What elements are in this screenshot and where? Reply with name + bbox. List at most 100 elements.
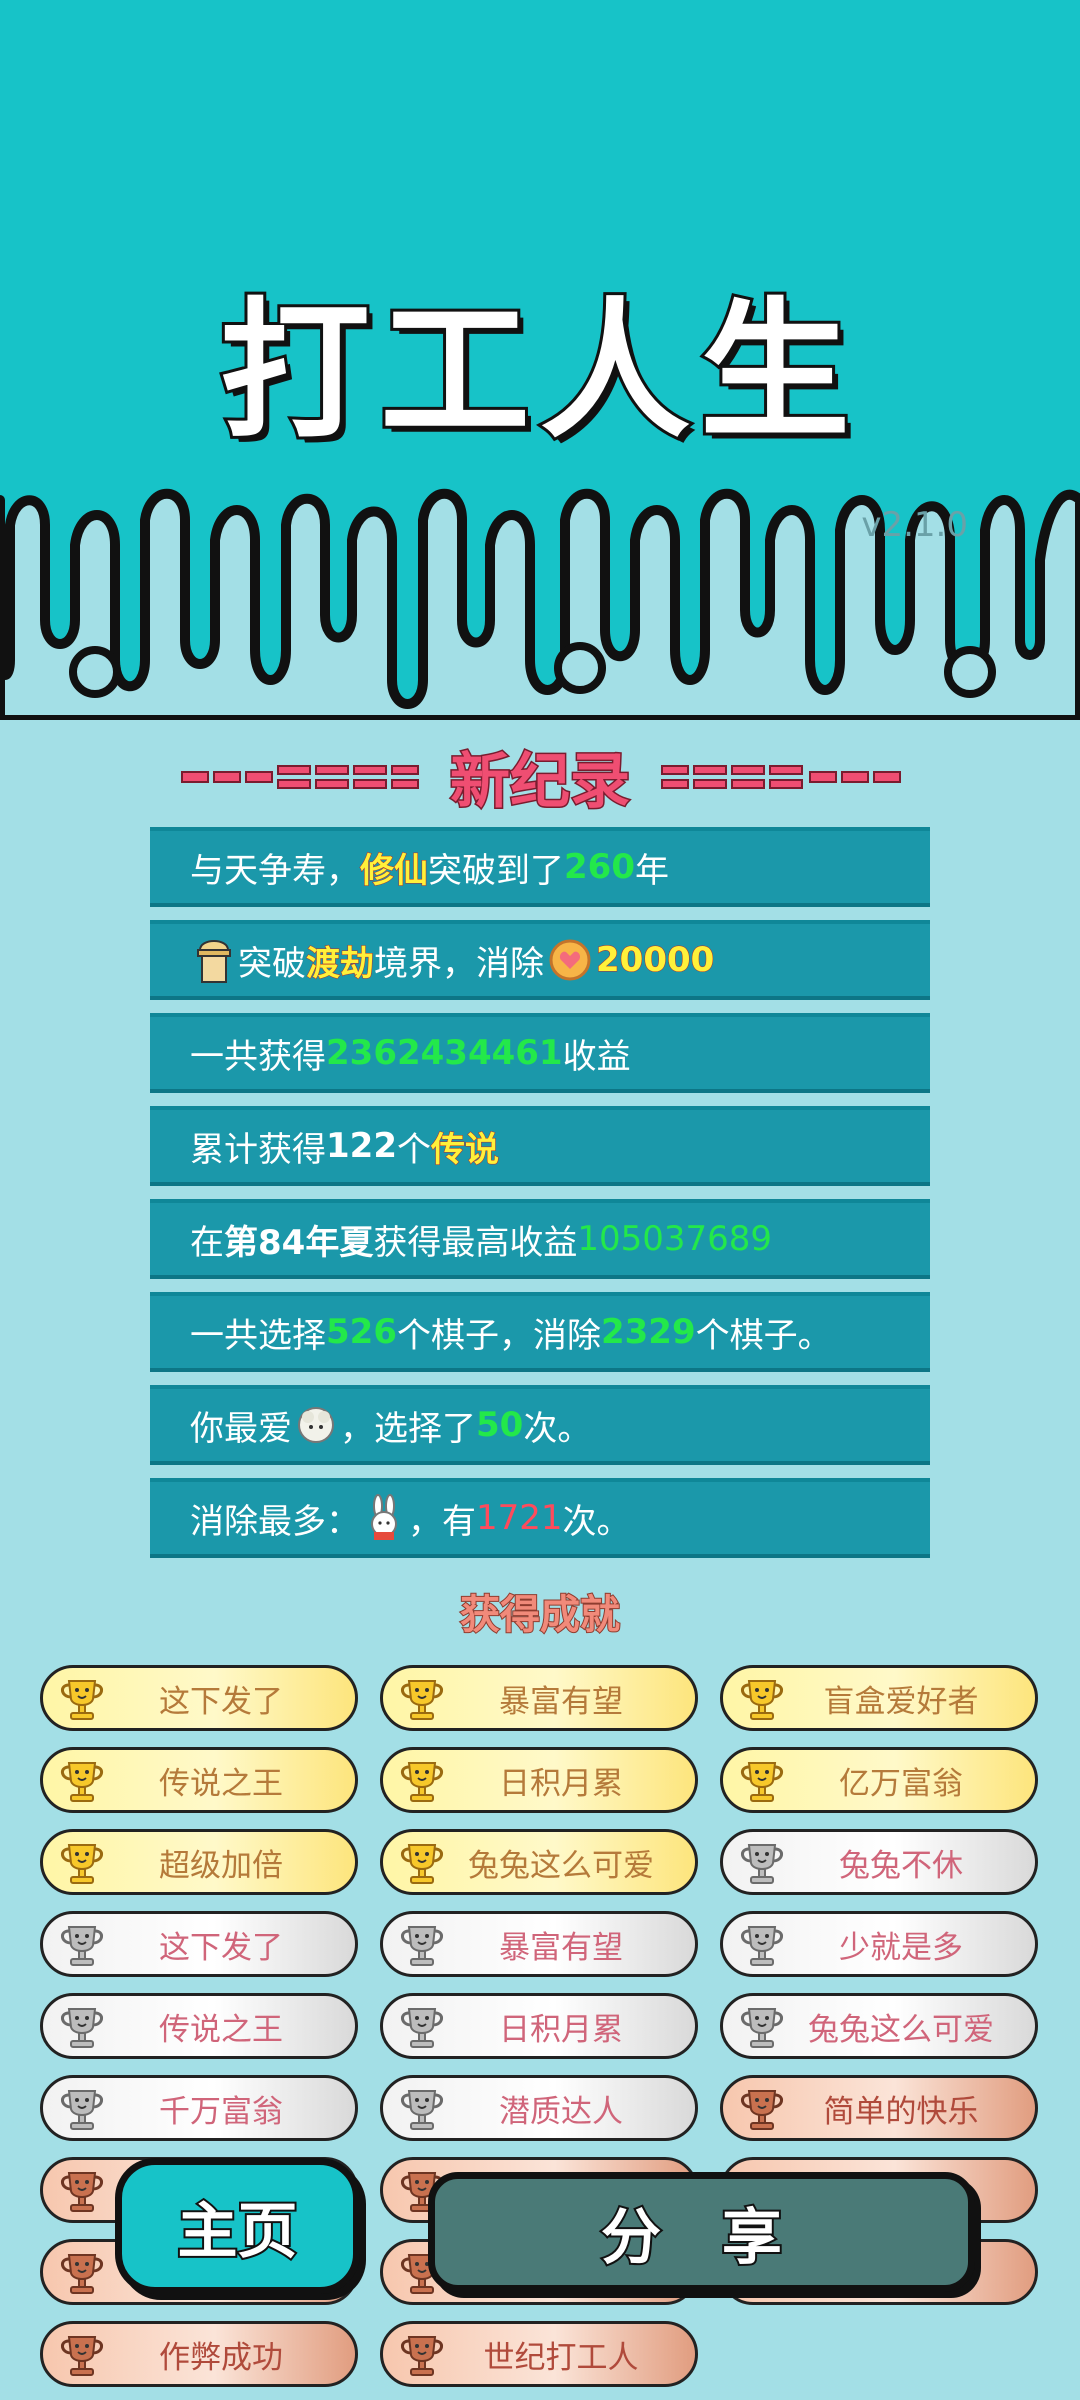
achievement-badge[interactable]: 兔兔这么可爱 [720,1993,1038,2059]
achievement-label: 少就是多 [839,1929,963,1966]
record-text: 消除最多： [190,1501,360,1542]
achievement-label: 暴富有望 [499,1929,623,1966]
trophy-icon [737,1837,787,1887]
record-text: 与天争寿， [190,850,360,891]
trophy-icon [57,2247,107,2297]
achievement-badge[interactable]: 日积月累 [380,1747,698,1813]
achievement-label: 作弊成功 [159,2339,283,2376]
record-text: 次。 [523,1408,592,1449]
rabbit-icon [364,1494,404,1542]
record-text: 突破到了 [428,850,564,891]
record-row: 一共获得 2362434461 收益 [150,1013,930,1093]
trophy-icon [397,1919,447,1969]
achievement-label: 这下发了 [159,1683,283,1720]
achievement-badge[interactable]: 作弊成功 [40,2321,358,2387]
home-button[interactable]: 主页 [115,2158,360,2294]
achievement-badge[interactable]: 日积月累 [380,1993,698,2059]
record-text: 境界，消除 [374,943,544,984]
record-text: 累计获得 [190,1129,326,1170]
record-row: 你最爱 ，选择了 50 次。 [150,1385,930,1465]
record-text: 2329 [600,1312,696,1352]
achievement-badge[interactable]: 盲盒爱好者 [720,1665,1038,1731]
trophy-icon [397,1837,447,1887]
record-text: 20000 [595,940,715,981]
achievement-label: 亿万富翁 [839,1765,963,1802]
achievement-badge[interactable]: 世纪打工人 [380,2321,698,2387]
trophy-icon [57,1837,107,1887]
heart-coin-icon [548,938,592,982]
trophy-icon [57,2083,107,2133]
achievement-label: 暴富有望 [499,1683,623,1720]
record-text: 年 [634,850,669,891]
trophy-icon [737,2083,787,2133]
record-text: 在 [190,1222,224,1263]
record-title: 新纪录 [449,746,632,819]
record-text: ，选择了 [340,1408,476,1449]
trophy-icon [57,2165,107,2215]
achievement-label: 这下发了 [159,1929,283,1966]
record-text: 第84年夏 [224,1222,374,1263]
record-text: 50 [476,1405,524,1445]
record-text: 个棋子。 [695,1315,832,1356]
achievement-badge[interactable]: 这下发了 [40,1665,358,1731]
achievement-badge[interactable]: 简单的快乐 [720,2075,1038,2141]
record-text: 260 [564,847,635,887]
achievement-badge[interactable]: 超级加倍 [40,1829,358,1895]
trophy-icon [737,2001,787,2051]
achievement-badge[interactable]: 兔兔这么可爱 [380,1829,698,1895]
trophy-icon [397,2083,447,2133]
trophy-icon [397,1673,447,1723]
achievement-badge[interactable]: 亿万富翁 [720,1747,1038,1813]
record-text: 收益 [562,1036,631,1077]
record-text: 一共获得 [190,1036,326,1077]
record-text: 你最爱 [190,1408,292,1449]
record-text: 122 [326,1126,397,1166]
trophy-icon [57,2329,107,2379]
achievement-label: 简单的快乐 [823,2093,979,2130]
record-text: ，有 [408,1501,476,1542]
trophy-icon [737,1919,787,1969]
achievement-badge[interactable]: 传说之王 [40,1747,358,1813]
achievement-badge[interactable]: 兔兔不休 [720,1829,1038,1895]
achievement-badge[interactable]: 暴富有望 [380,1911,698,1977]
trophy-icon [737,1673,787,1723]
trophy-icon [57,1673,107,1723]
achievement-label: 超级加倍 [159,1847,283,1884]
record-row: 与天争寿， 修仙 突破到了 260 年 [150,827,930,907]
achievement-label: 兔兔这么可爱 [468,1847,654,1884]
record-row: 突破 渡劫 境界，消除 20000 [150,920,930,1000]
record-row: 累计获得 122 个传说 [150,1106,930,1186]
record-text: 2362434461 [326,1033,563,1073]
record-text: 一共选择 [190,1315,326,1356]
achievement-badge[interactable]: 传说之王 [40,1993,358,2059]
achievement-label: 日积月累 [499,2011,623,2048]
trophy-icon [397,2001,447,2051]
achievement-label: 潜质达人 [499,2093,623,2130]
achievement-label: 传说之王 [159,2011,283,2048]
bucket-icon [194,936,234,984]
sheep-icon [296,1405,336,1445]
trophy-icon [57,1755,107,1805]
achievement-label: 日积月累 [499,1765,623,1802]
record-text: 修仙 [360,850,429,891]
achievement-badge[interactable]: 这下发了 [40,1911,358,1977]
record-text: 突破 [238,943,306,984]
achievement-label: 传说之王 [159,1765,283,1802]
record-row: 在 第84年夏 获得最高收益 105037689 [150,1199,930,1279]
achievement-label: 世纪打工人 [483,2339,639,2376]
trophy-icon [57,1919,107,1969]
version-label: v2.1.0 [861,505,968,545]
achievement-label: 兔兔不休 [839,1847,963,1884]
achievement-label: 盲盒爱好者 [823,1683,979,1720]
record-text: 105037689 [577,1219,773,1259]
record-text: 个棋子，消除 [396,1315,601,1356]
achievement-badge[interactable]: 潜质达人 [380,2075,698,2141]
trophy-icon [397,1755,447,1805]
achievement-badge[interactable]: 暴富有望 [380,1665,698,1731]
achievement-label: 千万富翁 [159,2093,283,2130]
share-button[interactable]: 分 享 [428,2172,975,2292]
app-title: 打工人生 [217,282,860,462]
achievement-badge[interactable]: 千万富翁 [40,2075,358,2141]
achievements-title: 获得成就 [459,1591,621,1639]
achievement-badge[interactable]: 少就是多 [720,1911,1038,1977]
